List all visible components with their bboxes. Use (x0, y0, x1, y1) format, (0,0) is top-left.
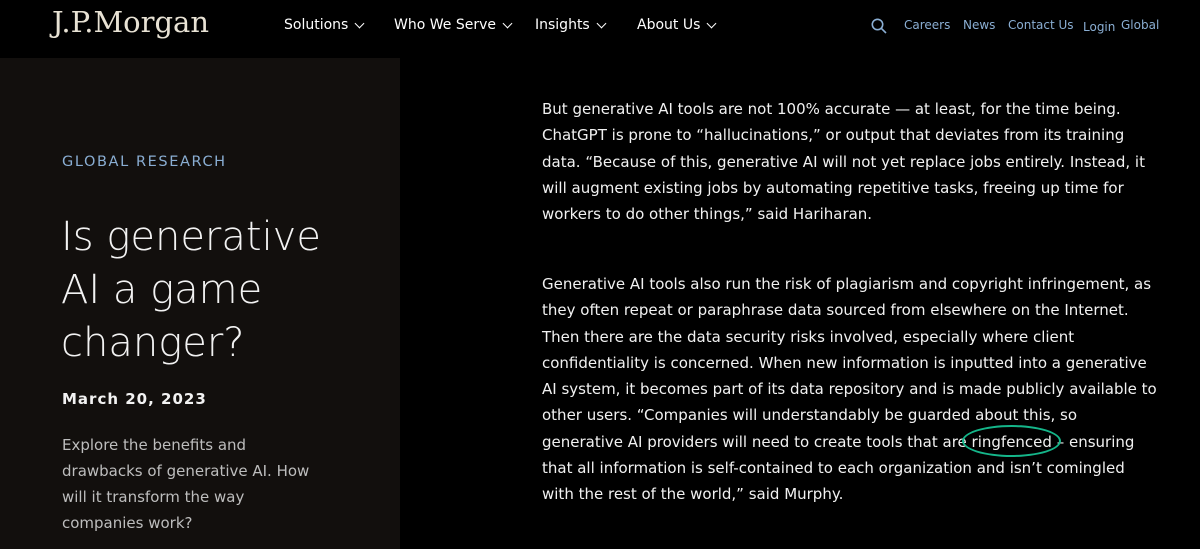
highlight-circle-annotation (961, 424, 1061, 457)
nav-solutions-label: Solutions (284, 17, 349, 33)
title-line: Is generative (61, 214, 321, 260)
paragraph-text: Generative AI tools also run the risk of… (542, 275, 1157, 451)
nav-who-we-serve-label: Who We Serve (394, 17, 496, 33)
article-summary: Explore the benefits and drawbacks of ge… (62, 436, 310, 532)
chevron-down-icon (706, 18, 717, 28)
global-selector[interactable]: Global (1121, 18, 1159, 32)
category-label[interactable]: GLOBAL RESEARCH (62, 154, 227, 170)
nav-solutions[interactable]: Solutions (284, 17, 365, 33)
chevron-down-icon (596, 18, 607, 28)
nav-insights-label: Insights (535, 17, 590, 33)
highlighted-word: ringfenced (961, 424, 1061, 457)
article-paragraph: But generative AI tools are not 100% acc… (542, 100, 1145, 224)
title-line: AI a game (61, 267, 263, 313)
jpmorgan-logo[interactable]: J.P.Morgan (52, 5, 209, 39)
chevron-down-icon (502, 18, 513, 28)
nav-about-us-label: About Us (637, 17, 701, 33)
chevron-down-icon (354, 18, 365, 28)
contact-us-link[interactable]: Contact Us (1008, 18, 1074, 32)
login-link[interactable]: Login (1083, 20, 1115, 34)
title-line: changer? (61, 320, 245, 366)
publish-date: March 20, 2023 (62, 390, 207, 408)
nav-about-us[interactable]: About Us (637, 17, 717, 33)
site-header: J.P.Morgan Solutions Who We Serve Insigh… (0, 0, 1200, 54)
search-icon[interactable] (871, 18, 887, 34)
news-link[interactable]: News (963, 18, 995, 32)
nav-who-we-serve[interactable]: Who We Serve (394, 17, 513, 33)
page-title: Is generative AI a game changer? (61, 211, 361, 370)
article-paragraph: Generative AI tools also run the risk of… (542, 271, 1157, 508)
careers-link[interactable]: Careers (904, 18, 950, 32)
nav-insights[interactable]: Insights (535, 17, 607, 33)
